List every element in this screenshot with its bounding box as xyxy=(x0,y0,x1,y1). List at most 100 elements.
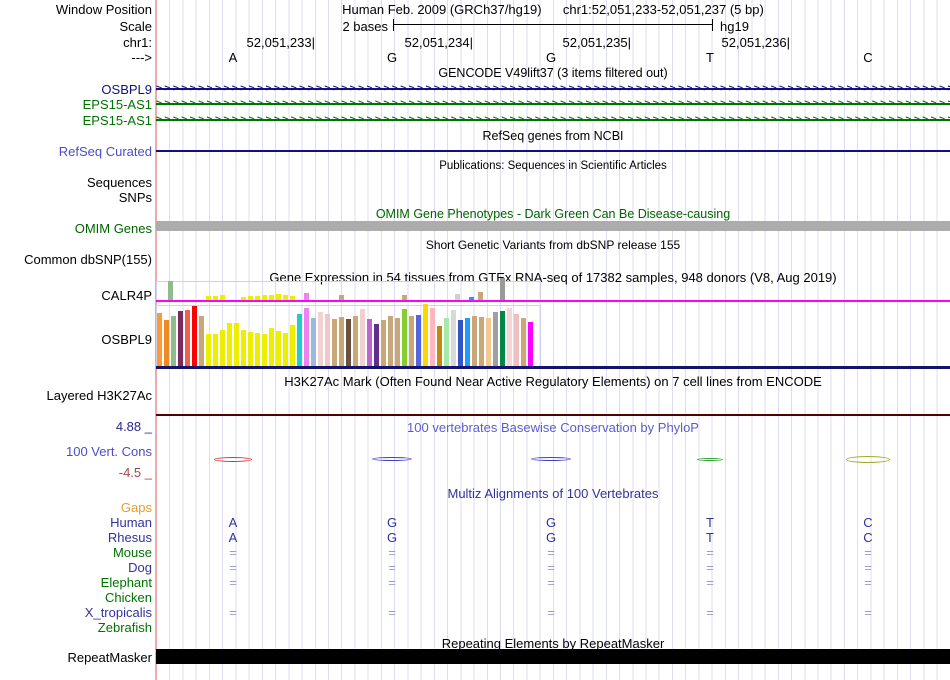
gtex-expression-bar[interactable] xyxy=(332,319,337,366)
gtex-expression-bar[interactable] xyxy=(168,281,173,300)
gencode-gene-label[interactable]: EPS15-AS1 xyxy=(0,97,152,112)
gtex-expression-bar[interactable] xyxy=(416,315,421,366)
gtex-expression-bar[interactable] xyxy=(507,308,512,366)
multiz-alignment-cell[interactable]: = xyxy=(848,605,888,620)
multiz-alignment-cell[interactable]: = xyxy=(372,545,412,560)
omim-gene-bar[interactable] xyxy=(156,221,950,231)
gtex-expression-bar[interactable] xyxy=(213,334,218,366)
multiz-species-label[interactable]: X_tropicalis xyxy=(0,605,152,620)
gtex-expression-bar[interactable] xyxy=(234,323,239,366)
multiz-alignment-cell[interactable]: A xyxy=(213,530,253,545)
gtex-expression-bar[interactable] xyxy=(388,316,393,366)
gtex-expression-bar[interactable] xyxy=(227,323,232,366)
multiz-alignment-cell[interactable]: = xyxy=(690,605,730,620)
multiz-alignment-cell[interactable]: T xyxy=(690,530,730,545)
multiz-alignment-cell[interactable]: = xyxy=(213,575,253,590)
gtex-expression-bar[interactable] xyxy=(455,294,460,300)
gtex-expression-bar[interactable] xyxy=(437,326,442,366)
gtex-expression-bar[interactable] xyxy=(283,295,288,300)
gtex-expression-bar[interactable] xyxy=(479,317,484,366)
gtex-expression-bar[interactable] xyxy=(262,334,267,366)
gtex-expression-bar[interactable] xyxy=(381,320,386,366)
multiz-species-label[interactable]: Zebrafish xyxy=(0,620,152,635)
gencode-gene-label[interactable]: EPS15-AS1 xyxy=(0,113,152,128)
gtex-expression-bar[interactable] xyxy=(500,311,505,366)
multiz-alignment-cell[interactable]: = xyxy=(213,605,253,620)
gtex-expression-bar[interactable] xyxy=(164,320,169,366)
multiz-alignment-cell[interactable]: C xyxy=(848,515,888,530)
gtex-expression-bar[interactable] xyxy=(478,292,483,300)
gtex-expression-bar[interactable] xyxy=(528,322,533,366)
gtex-expression-bar[interactable] xyxy=(171,316,176,366)
gtex-expression-bar[interactable] xyxy=(290,325,295,366)
multiz-species-label[interactable]: Elephant xyxy=(0,575,152,590)
gtex-expression-bar[interactable] xyxy=(339,317,344,366)
gtex-osbpl9-baseline[interactable] xyxy=(156,366,950,369)
gtex-expression-bar[interactable] xyxy=(241,297,246,300)
gtex-expression-bar[interactable] xyxy=(192,306,197,366)
refseq-curated-label[interactable]: RefSeq Curated xyxy=(0,144,152,159)
gencode-gene-label[interactable]: OSBPL9 xyxy=(0,82,152,97)
h3k27ac-baseline[interactable] xyxy=(156,414,950,416)
multiz-alignment-cell[interactable]: = xyxy=(372,560,412,575)
gtex-expression-bar[interactable] xyxy=(493,312,498,366)
gtex-expression-bar[interactable] xyxy=(248,296,253,300)
phylop-mark[interactable] xyxy=(697,457,723,461)
gencode-gene-row[interactable]: >>>>>>>>>>>>>>>>>>>>>>>>>>>>>>>>>>>>>>>>… xyxy=(156,97,950,110)
multiz-alignment-cell[interactable]: = xyxy=(372,605,412,620)
gtex-expression-bar[interactable] xyxy=(297,314,302,366)
gtex-calr4p-label[interactable]: CALR4P xyxy=(0,288,152,303)
gtex-expression-bar[interactable] xyxy=(220,295,225,300)
gtex-expression-bar[interactable] xyxy=(409,316,414,366)
gtex-expression-bar[interactable] xyxy=(255,333,260,366)
phylop-mark[interactable] xyxy=(214,456,252,462)
common-dbsnp-label[interactable]: Common dbSNP(155) xyxy=(0,252,152,267)
gtex-expression-bar[interactable] xyxy=(472,316,477,366)
gtex-expression-bar[interactable] xyxy=(486,318,491,366)
gtex-expression-bar[interactable] xyxy=(269,328,274,366)
gtex-expression-bar[interactable] xyxy=(395,318,400,366)
gtex-expression-bar[interactable] xyxy=(276,294,281,300)
gtex-expression-bar[interactable] xyxy=(353,316,358,366)
layered-h3k27ac-label[interactable]: Layered H3K27Ac xyxy=(0,388,152,403)
gtex-expression-bar[interactable] xyxy=(304,293,309,300)
gtex-expression-bar[interactable] xyxy=(367,319,372,366)
gtex-expression-bar[interactable] xyxy=(500,278,505,300)
gtex-expression-bar[interactable] xyxy=(248,332,253,366)
multiz-alignment-cell[interactable]: = xyxy=(531,545,571,560)
gtex-expression-bar[interactable] xyxy=(269,295,274,300)
gtex-expression-bar[interactable] xyxy=(325,314,330,366)
gtex-calr4p-baseline[interactable] xyxy=(156,300,950,302)
gtex-expression-bar[interactable] xyxy=(262,295,267,300)
multiz-alignment-cell[interactable]: = xyxy=(531,560,571,575)
gtex-expression-bar[interactable] xyxy=(374,324,379,366)
phylop-mark[interactable] xyxy=(531,457,571,461)
gtex-expression-bar[interactable] xyxy=(206,296,211,300)
gtex-expression-bar[interactable] xyxy=(241,330,246,366)
multiz-alignment-cell[interactable]: = xyxy=(531,605,571,620)
multiz-alignment-cell[interactable]: = xyxy=(848,545,888,560)
gtex-expression-bar[interactable] xyxy=(255,296,260,300)
multiz-alignment-cell[interactable]: G xyxy=(372,530,412,545)
refseq-curated-line[interactable] xyxy=(156,150,950,152)
omim-genes-label[interactable]: OMIM Genes xyxy=(0,221,152,236)
gtex-expression-bar[interactable] xyxy=(290,296,295,300)
multiz-species-label[interactable]: Rhesus xyxy=(0,530,152,545)
gtex-expression-bar[interactable] xyxy=(206,334,211,366)
phylop-mark[interactable] xyxy=(846,455,890,463)
gtex-expression-bar[interactable] xyxy=(185,310,190,366)
multiz-alignment-cell[interactable]: A xyxy=(213,515,253,530)
multiz-alignment-cell[interactable]: = xyxy=(531,575,571,590)
gtex-expression-bar[interactable] xyxy=(521,318,526,366)
gtex-expression-bar[interactable] xyxy=(283,333,288,366)
multiz-alignment-cell[interactable]: T xyxy=(690,515,730,530)
multiz-alignment-cell[interactable]: = xyxy=(372,575,412,590)
gtex-expression-bar[interactable] xyxy=(178,311,183,366)
multiz-alignment-cell[interactable]: = xyxy=(213,560,253,575)
multiz-species-label[interactable]: Chicken xyxy=(0,590,152,605)
publications-snps-label[interactable]: SNPs xyxy=(0,190,152,205)
gtex-expression-bar[interactable] xyxy=(469,297,474,300)
gtex-osbpl9-label[interactable]: OSBPL9 xyxy=(0,332,152,347)
repeatmasker-bar[interactable] xyxy=(156,649,950,664)
gtex-expression-bar[interactable] xyxy=(339,295,344,300)
